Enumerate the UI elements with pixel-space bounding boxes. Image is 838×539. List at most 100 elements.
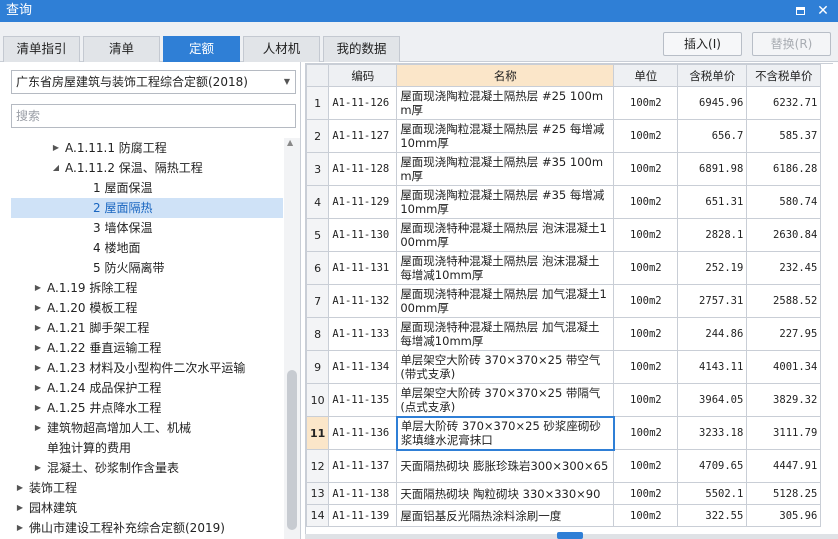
tree-node[interactable]: ▶ A.1.25 井点降水工程 xyxy=(11,398,283,418)
quota-name-cell[interactable]: 单层大阶砖 370×370×25 砂浆座砌砂浆填缝水泥膏抹口 xyxy=(395,415,615,451)
price-notax-cell[interactable]: 4001.34 xyxy=(746,350,822,384)
expand-arrow-icon[interactable]: ▶ xyxy=(15,518,25,538)
quota-name-cell[interactable]: 屋面现浇特种混凝土隔热层 泡沫混凝土每增减10mm厚 xyxy=(396,251,615,285)
price-notax-cell[interactable]: 227.95 xyxy=(746,317,822,351)
quota-code-cell[interactable]: A1-11-127 xyxy=(328,119,398,153)
table-row[interactable]: 5 A1-11-130 屋面现浇特种混凝土隔热层 泡沫混凝土100mm厚 100m2 2… xyxy=(306,218,822,252)
row-index[interactable]: 7 xyxy=(306,284,330,318)
quota-code-cell[interactable]: A1-11-131 xyxy=(328,251,398,285)
price-notax-cell[interactable]: 2630.84 xyxy=(746,218,822,252)
tree-node[interactable]: ▶ A.1.11.1 防腐工程 xyxy=(11,138,283,158)
row-index[interactable]: 9 xyxy=(306,350,330,384)
quota-name-cell[interactable]: 屋面现浇特种混凝土隔热层 加气混凝土每增减10mm厚 xyxy=(396,317,615,351)
quota-code-cell[interactable]: A1-11-137 xyxy=(328,449,398,483)
price-tax-cell[interactable]: 5502.1 xyxy=(677,482,748,505)
scroll-up-icon[interactable]: ▲ xyxy=(287,138,293,147)
table-row[interactable]: 4 A1-11-129 屋面现浇陶粒混凝土隔热层 #35 每增减10mm厚 100m2… xyxy=(306,185,822,219)
quota-name-cell[interactable]: 天面隔热砌块 膨胀珍珠岩300×300×65 xyxy=(396,449,615,483)
splitter-grip[interactable] xyxy=(557,532,583,539)
tree-node[interactable]: ▶ A.1.23 材料及小型构件二次水平运输 xyxy=(11,358,283,378)
price-tax-cell[interactable]: 3964.05 xyxy=(677,383,748,417)
row-index[interactable]: 12 xyxy=(306,449,330,483)
quota-name-cell[interactable]: 单层架空大阶砖 370×370×25 带空气(带式支承) xyxy=(396,350,615,384)
price-notax-cell[interactable]: 6186.28 xyxy=(746,152,822,186)
price-notax-cell[interactable]: 585.37 xyxy=(746,119,822,153)
expand-arrow-icon[interactable]: ▶ xyxy=(33,458,43,478)
price-tax-cell[interactable]: 2828.1 xyxy=(677,218,748,252)
restore-icon[interactable] xyxy=(792,3,808,19)
row-index[interactable]: 2 xyxy=(306,119,330,153)
tab-bill-guide[interactable]: 清单指引 xyxy=(3,36,80,62)
unit-cell[interactable]: 100m2 xyxy=(613,185,679,219)
price-notax-cell[interactable]: 5128.25 xyxy=(746,482,822,505)
search-input[interactable] xyxy=(11,104,296,128)
price-tax-cell[interactable]: 252.19 xyxy=(677,251,748,285)
table-row[interactable]: 9 A1-11-134 单层架空大阶砖 370×370×25 带空气(带式支承) 10… xyxy=(306,350,822,384)
price-tax-cell[interactable]: 3233.18 xyxy=(677,416,748,450)
tree-node[interactable]: ▶ 混凝土、砂浆制作含量表 xyxy=(11,458,283,478)
splitter-bar[interactable] xyxy=(305,532,838,539)
tree-node[interactable]: ▶ A.1.19 拆除工程 xyxy=(11,278,283,298)
price-notax-cell[interactable]: 4447.91 xyxy=(746,449,822,483)
unit-cell[interactable]: 100m2 xyxy=(613,251,679,285)
tree-node[interactable]: 4 楼地面 xyxy=(11,238,283,258)
quota-code-cell[interactable]: A1-11-138 xyxy=(328,482,398,505)
tree-node[interactable]: 3 墙体保温 xyxy=(11,218,283,238)
quota-name-cell[interactable]: 屋面现浇特种混凝土隔热层 加气混凝土100mm厚 xyxy=(396,284,615,318)
price-tax-cell[interactable]: 244.86 xyxy=(677,317,748,351)
col-header-unit[interactable]: 单位 xyxy=(613,64,679,87)
tree-node[interactable]: 单独计算的费用 xyxy=(11,438,283,458)
unit-cell[interactable]: 100m2 xyxy=(613,284,679,318)
quota-name-cell[interactable]: 屋面现浇陶粒混凝土隔热层 #35 每增减10mm厚 xyxy=(396,185,615,219)
price-tax-cell[interactable]: 6945.96 xyxy=(677,86,748,120)
row-index[interactable]: 3 xyxy=(306,152,330,186)
close-icon[interactable]: ✕ xyxy=(815,3,831,19)
expand-arrow-icon[interactable]: ▶ xyxy=(33,398,43,418)
price-tax-cell[interactable]: 4143.11 xyxy=(677,350,748,384)
tree-node[interactable]: ▶ 佛山市建设工程补充综合定额(2019) xyxy=(11,518,283,538)
unit-cell[interactable]: 100m2 xyxy=(613,449,679,483)
quota-code-cell[interactable]: A1-11-129 xyxy=(328,185,398,219)
row-index[interactable]: 1 xyxy=(306,86,330,120)
price-notax-cell[interactable]: 6232.71 xyxy=(746,86,822,120)
unit-cell[interactable]: 100m2 xyxy=(613,152,679,186)
table-row[interactable]: 11 A1-11-136 单层大阶砖 370×370×25 砂浆座砌砂浆填缝水泥膏抹… xyxy=(306,415,822,451)
expand-arrow-icon[interactable]: ▶ xyxy=(33,278,43,298)
table-row[interactable]: 10 A1-11-135 单层架空大阶砖 370×370×25 带隔气(点式支承) 1… xyxy=(306,383,822,417)
chevron-down-icon[interactable]: ▼ xyxy=(284,71,290,93)
col-header-code[interactable]: 编码 xyxy=(328,64,398,87)
table-row[interactable]: 12 A1-11-137 天面隔热砌块 膨胀珍珠岩300×300×65 100m2 47… xyxy=(306,449,822,483)
price-tax-cell[interactable]: 651.31 xyxy=(677,185,748,219)
table-row[interactable]: 2 A1-11-127 屋面现浇陶粒混凝土隔热层 #25 每增减10mm厚 100m2… xyxy=(306,119,822,153)
price-notax-cell[interactable]: 305.96 xyxy=(746,504,822,527)
table-row[interactable]: 6 A1-11-131 屋面现浇特种混凝土隔热层 泡沫混凝土每增减10mm厚 100m… xyxy=(306,251,822,285)
quota-name-cell[interactable]: 屋面现浇陶粒混凝土隔热层 #25 100mm厚 xyxy=(396,86,615,120)
collapse-arrow-icon[interactable]: ◢ xyxy=(51,158,61,178)
tree-node[interactable]: ◢ A.1.11.2 保温、隔热工程 xyxy=(11,158,283,178)
quota-name-cell[interactable]: 屋面现浇陶粒混凝土隔热层 #25 每增减10mm厚 xyxy=(396,119,615,153)
table-row[interactable]: 13 A1-11-138 天面隔热砌块 陶粒砌块 330×330×90 100m2 55… xyxy=(306,482,822,505)
quota-code-cell[interactable]: A1-11-136 xyxy=(328,416,398,450)
tree-node[interactable]: ▶ 装饰工程 xyxy=(11,478,283,498)
tree-node[interactable]: ▶ A.1.21 脚手架工程 xyxy=(11,318,283,338)
row-index[interactable]: 13 xyxy=(306,482,330,505)
table-row[interactable]: 3 A1-11-128 屋面现浇陶粒混凝土隔热层 #35 100mm厚 100m2 68… xyxy=(306,152,822,186)
row-index[interactable]: 5 xyxy=(306,218,330,252)
row-index[interactable]: 14 xyxy=(306,504,330,527)
table-row[interactable]: 1 A1-11-126 屋面现浇陶粒混凝土隔热层 #25 100mm厚 100m2 69… xyxy=(306,86,822,120)
scrollbar-thumb[interactable] xyxy=(287,370,297,530)
tab-my-data[interactable]: 我的数据 xyxy=(323,36,400,62)
quota-name-cell[interactable]: 单层架空大阶砖 370×370×25 带隔气(点式支承) xyxy=(396,383,615,417)
table-row[interactable]: 8 A1-11-133 屋面现浇特种混凝土隔热层 加气混凝土每增减10mm厚 100m… xyxy=(306,317,822,351)
unit-cell[interactable]: 100m2 xyxy=(613,218,679,252)
price-notax-cell[interactable]: 2588.52 xyxy=(746,284,822,318)
insert-button[interactable]: 插入(I) xyxy=(663,32,742,56)
quota-code-cell[interactable]: A1-11-130 xyxy=(328,218,398,252)
price-tax-cell[interactable]: 656.7 xyxy=(677,119,748,153)
quota-name-cell[interactable]: 屋面铝基反光隔热涂料涂刷一度 xyxy=(396,504,615,527)
tree-node[interactable]: 5 防火隔离带 xyxy=(11,258,283,278)
expand-arrow-icon[interactable]: ▶ xyxy=(33,318,43,338)
price-tax-cell[interactable]: 4709.65 xyxy=(677,449,748,483)
row-index[interactable]: 8 xyxy=(306,317,330,351)
quota-code-cell[interactable]: A1-11-132 xyxy=(328,284,398,318)
